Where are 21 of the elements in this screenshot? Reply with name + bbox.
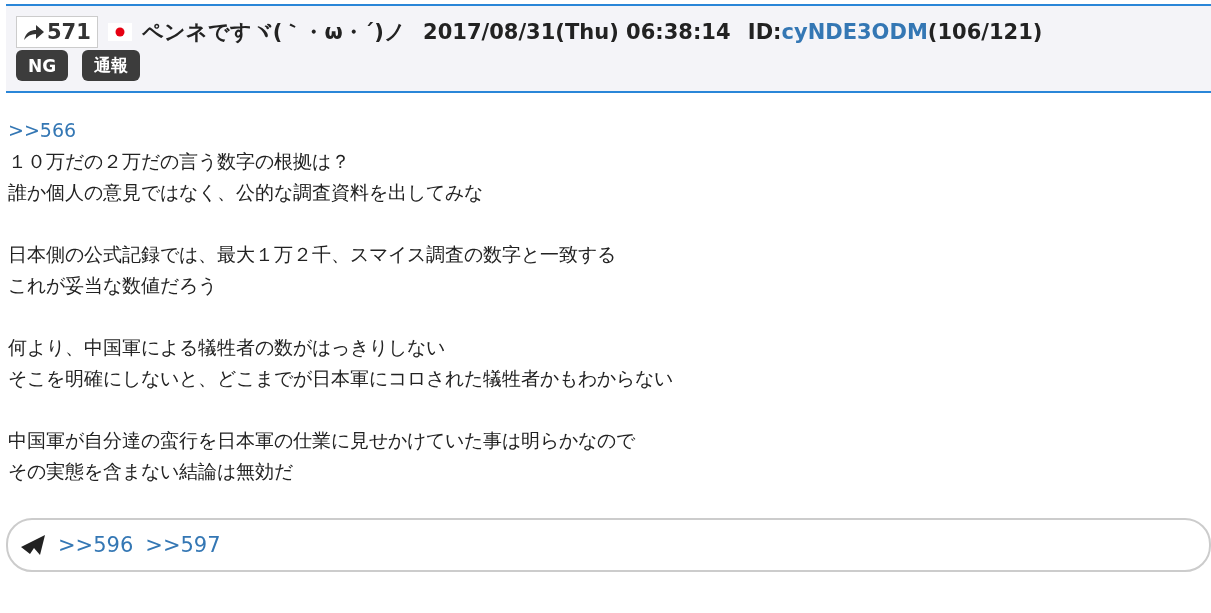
post-text: 日本側の公式記録では、最大１万２千、スマイス調査の数字と一致する [8,243,616,265]
post-text: その実態を含まない結論は無効だ [8,460,293,482]
reply-link[interactable]: >>596 [58,533,134,557]
reply-link[interactable]: >>566 [8,119,77,141]
reply-link[interactable]: >>597 [145,533,221,557]
post-text: そこを明確にしないと、どこまでが日本軍にコロされた犠牲者かもわからない [8,367,673,389]
paper-plane-icon [20,534,46,556]
post-text: 誰か個人の意見ではなく、公的な調査資料を出してみな [8,181,483,203]
post-text: 中国軍が自分達の蛮行を日本軍の仕業に見せかけていた事は明らかなので [8,429,635,451]
action-button[interactable]: NG [16,50,69,81]
post-count: (106/121) [927,20,1043,44]
post-text: これが妥当な数値だろう [8,274,217,296]
action-button[interactable]: 通報 [82,50,141,81]
post-text: １０万だの２万だの言う数字の根拠は？ [8,150,350,172]
post-datetime: 2017/08/31(Thu) 06:38:14 [422,20,731,44]
poster-name: ペンネですヾ(｀・ω・´)ノ [141,19,406,46]
id-label: ID: [746,20,782,44]
poster-id-link[interactable]: cyNDE3ODM [781,20,928,44]
post-number-button[interactable]: 571 [16,16,98,48]
share-arrow-icon [23,23,45,41]
post-text: 何より、中国軍による犠牲者の数がはっきりしない [8,336,445,358]
